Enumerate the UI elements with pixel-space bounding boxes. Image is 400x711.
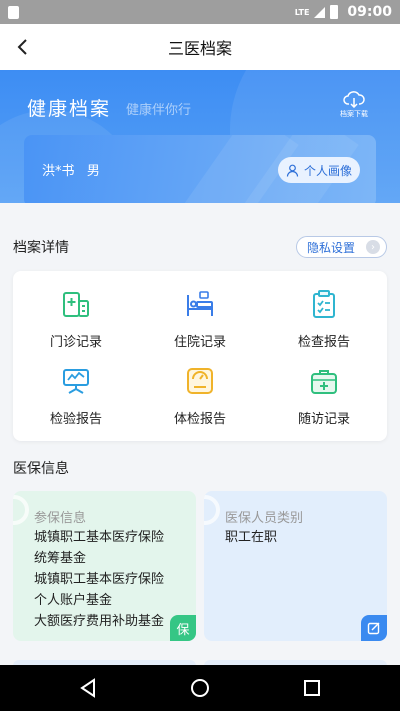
system-nav-bar [0,665,400,711]
insurance-line: 个人账户基金 [34,593,113,608]
record-label: 随访记录 [297,412,350,427]
record-item-exam-report[interactable]: 检查报告 [269,289,379,350]
insurance-badge: 保 [170,615,196,641]
insurance-category-value: 职工在职 [225,530,278,545]
privacy-label: 隐私设置 [307,240,356,255]
insurance-line: 统筹基金 [34,551,87,566]
patient-card: 洪*书 男 个人画像 [24,135,376,207]
patient-info: 洪*书 男 [42,160,100,179]
records-grid: 门诊记录 住院记录 检查报告 检验报告 体检报告 随访记录 [13,271,387,441]
record-label: 检查报告 [297,335,350,350]
insurance-line: 城镇职工基本医疗保险 [34,572,165,587]
network-type: LTE [294,7,310,17]
insurance-info-heading: 参保信息 [34,511,87,526]
download-label: 档案下载 [340,110,368,118]
content-background [0,203,400,221]
outpatient-building-icon [63,292,89,317]
insurance-section-title: 医保信息 [13,461,69,477]
download-button[interactable]: 档案下载 [333,90,375,119]
insurance-category-heading: 医保人员类别 [225,511,304,526]
back-arrow-icon[interactable] [12,36,34,58]
scale-icon [187,368,213,394]
chevron-right-icon: › [366,240,380,254]
medical-kit-icon [311,370,337,394]
page-title: 三医档案 [167,39,232,58]
status-time: 09:00 [347,4,392,20]
nav-recents-icon[interactable] [302,678,322,698]
insurance-category-card[interactable]: 医保人员类别 职工在职 [204,491,387,641]
hospital-bed-icon [187,291,213,316]
decorative-ring [13,495,29,525]
status-bar: LTE 09:00 [0,0,400,24]
cloud-download-icon [343,91,365,108]
record-item-inpatient[interactable]: 住院记录 [145,289,255,350]
patient-name: 洪*书 [42,164,75,179]
record-item-physical-exam[interactable]: 体检报告 [145,366,255,427]
record-label: 门诊记录 [49,335,102,350]
record-label: 住院记录 [173,335,226,350]
insurance-category-lines: 职工在职 [225,527,277,548]
record-label: 检验报告 [49,412,102,427]
battery-icon [330,5,339,19]
clipboard-check-icon [313,290,335,318]
nav-home-icon[interactable] [190,678,210,698]
portrait-label: 个人画像 [303,163,352,178]
hero-title: 健康档案 [27,98,112,120]
lab-board-icon [63,369,89,394]
patient-gender: 男 [86,164,100,179]
record-item-outpatient[interactable]: 门诊记录 [21,289,131,350]
nav-back-icon[interactable] [78,678,98,698]
record-item-followup[interactable]: 随访记录 [269,366,379,427]
signal-icon [314,6,326,18]
hero-subtitle: 健康伴你行 [126,103,192,118]
person-icon [286,164,299,177]
record-label: 体检报告 [173,412,226,427]
sim-card-icon [8,5,19,19]
record-item-lab-report[interactable]: 检验报告 [21,366,131,427]
privacy-settings-button[interactable]: 隐私设置 › [296,236,387,258]
app-bar: 三医档案 [0,24,400,70]
decorative-ring [204,495,220,525]
insurance-line: 城镇职工基本医疗保险 [34,530,165,545]
insurance-info-card[interactable]: 参保信息 城镇职工基本医疗保险 统筹基金 城镇职工基本医疗保险 个人账户基金 大… [13,491,196,641]
insurance-info-lines: 城镇职工基本医疗保险 统筹基金 城镇职工基本医疗保险 个人账户基金 大额医疗费用… [34,527,164,632]
records-section-title: 档案详情 [13,240,69,256]
insurance-line: 大额医疗费用补助基金 [34,614,165,629]
edit-card-icon [361,615,387,641]
portrait-button[interactable]: 个人画像 [278,157,360,183]
